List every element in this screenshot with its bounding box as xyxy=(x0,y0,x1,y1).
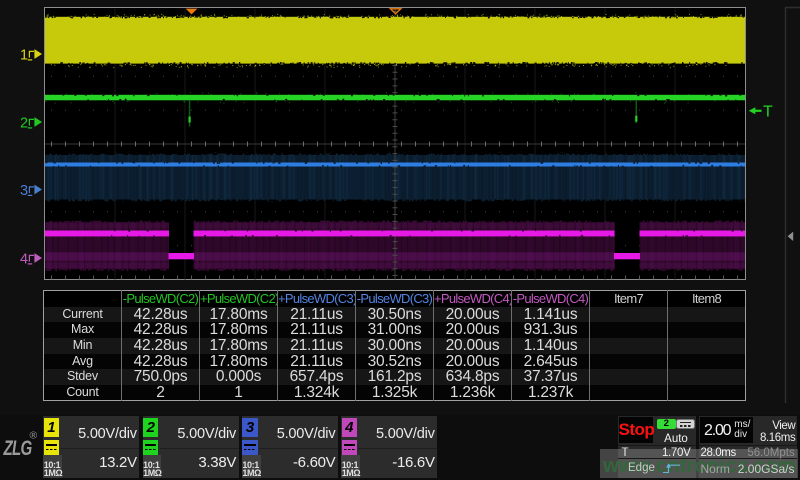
svg-text:ZLG: ZLG xyxy=(3,435,32,459)
svg-text:T: T xyxy=(763,104,773,121)
svg-text:3: 3 xyxy=(20,183,28,199)
svg-text:2: 2 xyxy=(20,116,28,132)
svg-text:1: 1 xyxy=(20,48,28,64)
svg-text:4: 4 xyxy=(20,252,28,268)
svg-text:®: ® xyxy=(30,430,38,442)
